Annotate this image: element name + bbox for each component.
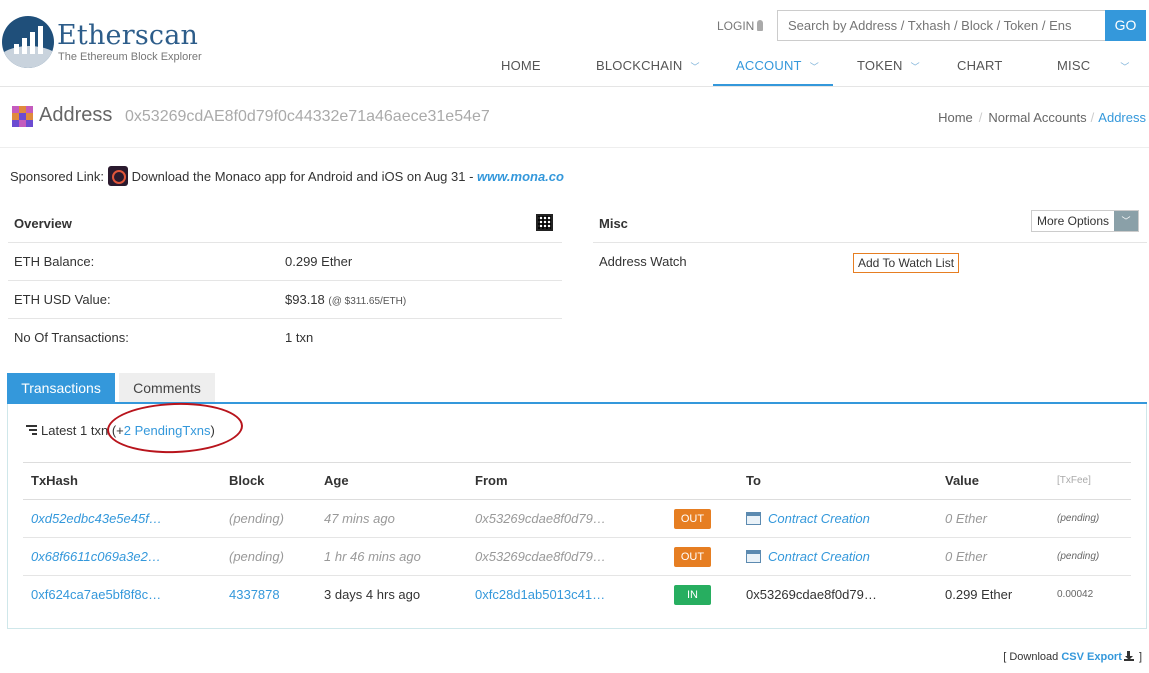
eth-usd-value: $93.18 (@ $311.65/ETH)	[285, 292, 407, 307]
col-block: Block	[229, 473, 265, 488]
sort-amount-icon	[26, 425, 37, 436]
sponsored-url-link[interactable]: www.mona.co	[477, 169, 564, 184]
divider	[8, 242, 562, 243]
table-row-fee: (pending)	[1057, 551, 1100, 562]
direction-badge-in: IN	[674, 585, 711, 605]
eth-balance-label: ETH Balance:	[14, 254, 95, 269]
col-to: To	[746, 473, 761, 488]
table-row-from[interactable]: 0xfc28d1ab5013c41…	[475, 587, 605, 602]
chevron-down-icon: ﹀	[1120, 62, 1130, 72]
more-options-dropdown[interactable]: More Options ﹀	[1031, 210, 1139, 232]
chevron-down-icon: ﹀	[690, 62, 700, 72]
breadcrumb-home[interactable]: Home	[938, 110, 973, 125]
table-row-age: 47 mins ago	[324, 511, 395, 526]
col-txfee: [TxFee]	[1057, 475, 1091, 486]
search-input[interactable]	[777, 10, 1105, 41]
contract-creation-icon	[746, 512, 761, 525]
table-row-age: 3 days 4 hrs ago	[324, 587, 421, 602]
tx-count-value: 1 txn	[285, 330, 314, 345]
monaco-logo-icon	[107, 166, 128, 186]
table-row-fee: (pending)	[1057, 513, 1100, 524]
table-row-hash[interactable]: 0x68f6611c069a3e2…	[31, 549, 161, 564]
sponsored-label: Sponsored Link:	[10, 169, 104, 184]
csv-export-row: [ Download CSV Export ]	[1003, 651, 1142, 663]
nav-home[interactable]: HOME	[501, 58, 541, 73]
nav-account[interactable]: ACCOUNT ﹀	[736, 58, 819, 73]
address-identicon-icon	[12, 106, 34, 127]
sponsored-text: Download the Monaco app for Android and …	[131, 169, 474, 184]
table-row-fee: 0.00042	[1057, 589, 1094, 600]
table-row-block: (pending)	[229, 549, 284, 564]
table-row-value: 0.299 Ether	[945, 587, 1013, 602]
row-divider	[23, 575, 1131, 576]
eth-balance-value: 0.299 Ether	[285, 254, 353, 269]
page-address: 0x53269cdAE8f0d79f0c44332e71a46aece31e54…	[125, 108, 490, 125]
page-title: Address	[39, 104, 113, 126]
table-row-value: 0 Ether	[945, 549, 987, 564]
direction-badge-out: OUT	[674, 509, 711, 529]
nav-blockchain[interactable]: BLOCKCHAIN ﹀	[596, 58, 700, 73]
nav-token[interactable]: TOKEN ﹀	[857, 58, 920, 73]
divider	[8, 280, 562, 281]
breadcrumb: Home / Normal Accounts / Address	[938, 110, 1146, 125]
tab-comments[interactable]: Comments	[119, 373, 215, 403]
table-row-to[interactable]: Contract Creation	[746, 549, 870, 564]
table-row-hash[interactable]: 0xd52edbc43e5e45f…	[31, 511, 162, 526]
direction-badge-out: OUT	[674, 547, 711, 567]
csv-export-link[interactable]: CSV Export	[1061, 651, 1122, 663]
table-row-block: (pending)	[229, 511, 284, 526]
eth-price-note: (@ $311.65/ETH)	[328, 296, 407, 307]
table-row-from[interactable]: 0x53269cdae8f0d79…	[475, 511, 606, 526]
brand-title[interactable]: Etherscan	[57, 20, 198, 51]
tx-count-label: No Of Transactions:	[14, 330, 129, 345]
table-row-to: 0x53269cdae8f0d79…	[746, 587, 877, 602]
nav-chart[interactable]: CHART	[957, 58, 1003, 73]
misc-heading: Misc	[599, 216, 628, 231]
chevron-down-icon: ﹀	[910, 62, 920, 72]
col-value: Value	[945, 473, 979, 488]
table-row-age: 1 hr 46 mins ago	[324, 549, 421, 564]
address-watch-label: Address Watch	[599, 254, 687, 269]
user-icon	[757, 20, 764, 31]
divider	[8, 318, 562, 319]
eth-usd-label: ETH USD Value:	[14, 292, 111, 307]
add-to-watch-list-button[interactable]: Add To Watch List	[853, 253, 960, 273]
breadcrumb-current: Address	[1098, 110, 1146, 125]
chevron-down-icon: ﹀	[1114, 211, 1138, 231]
col-age: Age	[324, 473, 349, 488]
etherscan-logo-icon[interactable]	[2, 16, 54, 68]
login-link[interactable]: LOGIN	[717, 19, 764, 33]
col-from: From	[475, 473, 508, 488]
qr-code-icon[interactable]	[536, 214, 553, 231]
sponsored-link-row: Sponsored Link: Download the Monaco app …	[10, 166, 564, 186]
contract-creation-icon	[746, 550, 761, 563]
divider	[593, 242, 1147, 243]
search-go-button[interactable]: GO	[1105, 10, 1146, 41]
table-row-hash[interactable]: 0xf624ca7ae5bf8f8c…	[31, 587, 161, 602]
nav-misc[interactable]: MISC ﹀	[1057, 58, 1130, 73]
table-row-from[interactable]: 0x53269cdae8f0d79…	[475, 549, 606, 564]
table-row-to[interactable]: Contract Creation	[746, 511, 870, 526]
tab-transactions[interactable]: Transactions	[7, 373, 115, 403]
chevron-down-icon: ﹀	[809, 62, 819, 72]
table-row-block[interactable]: 4337878	[229, 587, 280, 602]
col-txhash: TxHash	[31, 473, 78, 488]
table-row-value: 0 Ether	[945, 511, 987, 526]
breadcrumb-normal-accounts[interactable]: Normal Accounts	[988, 110, 1086, 125]
overview-heading: Overview	[14, 216, 72, 231]
row-divider	[23, 537, 1131, 538]
brand-subtitle: The Ethereum Block Explorer	[58, 51, 202, 63]
download-icon	[1123, 651, 1134, 661]
